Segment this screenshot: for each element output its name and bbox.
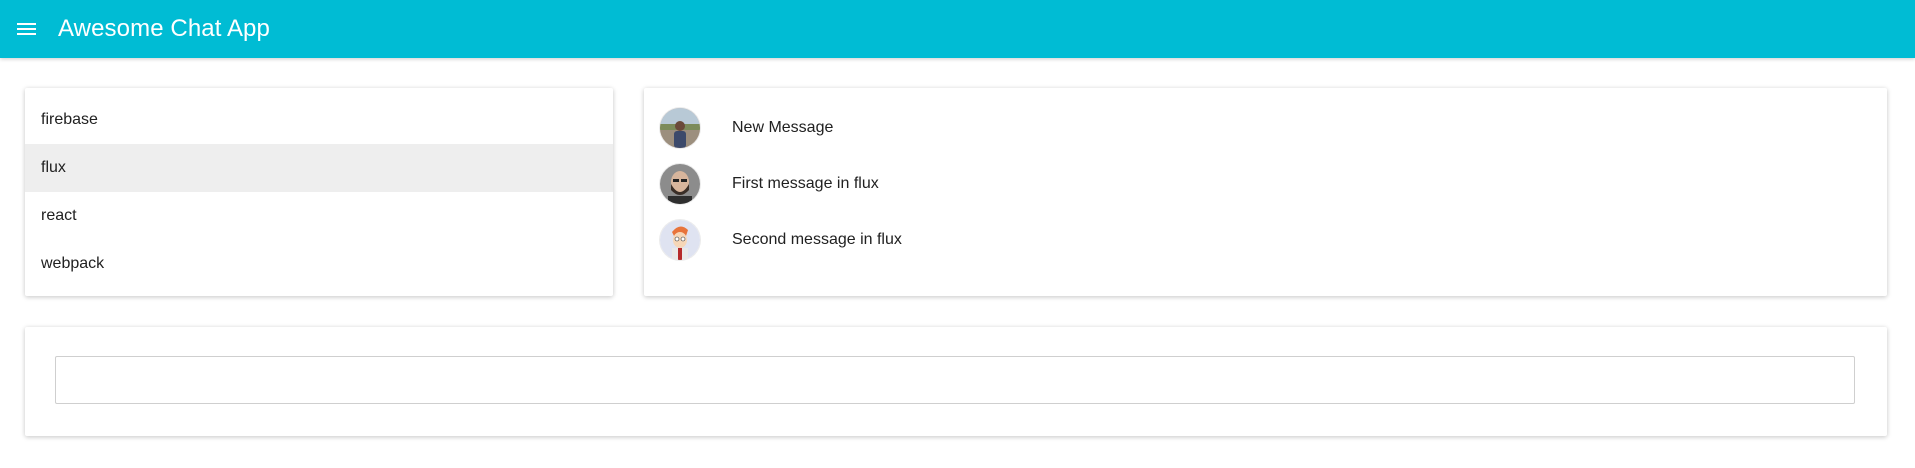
message-item: New Message [644,100,1887,156]
channel-list-card: firebase flux react webpack [25,88,613,296]
user-avatar-landscape [660,108,700,148]
app-title: Awesome Chat App [58,15,270,42]
user-avatar-cartoon [660,220,700,260]
message-text: First message in flux [732,175,879,192]
channel-item-webpack[interactable]: webpack [25,240,613,288]
message-text: Second message in flux [732,231,902,248]
channel-item-flux[interactable]: flux [25,144,613,192]
channel-list: firebase flux react webpack [25,88,613,288]
message-item: Second message in flux [644,212,1887,268]
message-input[interactable] [55,356,1855,404]
channel-item-firebase[interactable]: firebase [25,96,613,144]
message-list: New Message First message in flux Second… [644,88,1887,268]
hamburger-menu-icon[interactable] [17,17,41,41]
message-item: First message in flux [644,156,1887,212]
app-bar: Awesome Chat App [0,0,1915,58]
message-composer-card [25,327,1887,436]
user-avatar-bearded-man [660,164,700,204]
channel-item-react[interactable]: react [25,192,613,240]
message-text: New Message [732,119,834,136]
message-list-card: New Message First message in flux Second… [644,88,1887,296]
